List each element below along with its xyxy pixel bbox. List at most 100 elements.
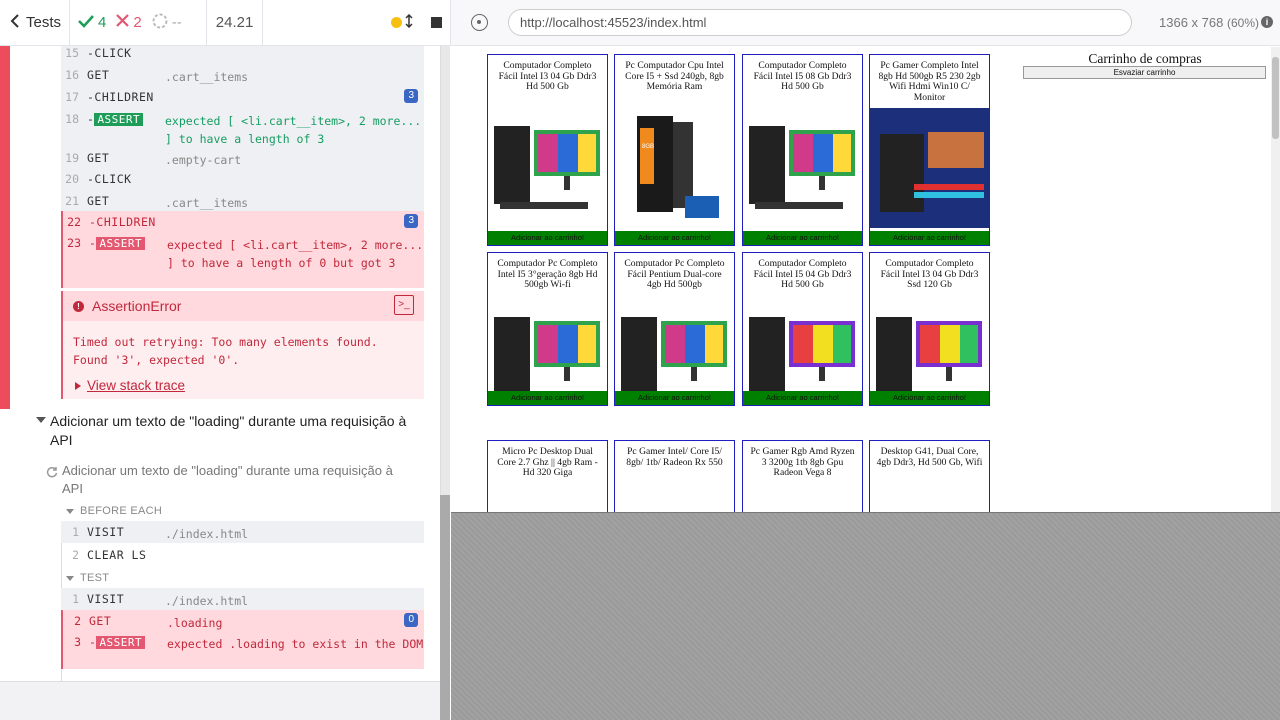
product-card: Pc Gamer Rgb Amd Ryzen 3 3200g 1tb 8gb G…	[742, 440, 863, 512]
add-to-cart-button[interactable]: Adicionar ao carrinho!	[870, 231, 989, 245]
product-image	[488, 108, 607, 228]
terminal-icon[interactable]: >_	[394, 295, 414, 315]
command-row-failed[interactable]: 23 - ASSERT expected [ <li.cart__item>, 2…	[61, 232, 424, 288]
command-number: 1	[72, 592, 79, 606]
command-row-failed[interactable]: 2 GET .loading 0	[61, 610, 424, 632]
auto-scroll-toggle[interactable]	[391, 13, 413, 32]
command-message: expected [ <li.cart__item>, 2 more... ] …	[165, 114, 422, 146]
command-number: 1	[72, 525, 79, 539]
product-title: Computador Completo Fácil Intel I5 08 Gb…	[753, 60, 852, 92]
selector-playground-icon[interactable]	[471, 14, 488, 31]
command-name: - ASSERT	[89, 232, 167, 250]
add-to-cart-button[interactable]: Adicionar ao carrinho!	[615, 231, 734, 245]
command-row[interactable]: 2 CLEAR LS	[61, 544, 424, 566]
product-image	[870, 108, 989, 228]
command-row-failed[interactable]: 3 - ASSERT expected .loading to exist in …	[61, 631, 424, 669]
failed-test-indicator	[0, 46, 10, 409]
command-row[interactable]: 16 GET .cart__items	[61, 64, 424, 86]
viewport-size: 1366 x 768 (60%)	[1159, 15, 1259, 30]
tests-toggle-button[interactable]: Tests	[0, 0, 71, 45]
command-row[interactable]: 1 VISIT ./index.html	[61, 521, 424, 543]
element-count-badge: 0	[404, 613, 418, 627]
product-image: 8GB	[615, 108, 734, 228]
product-image	[870, 494, 989, 512]
add-to-cart-button[interactable]: Adicionar ao carrinho!	[870, 391, 989, 405]
error-message: Timed out retrying: Too many elements fo…	[73, 335, 378, 367]
product-card: Computador Completo Fácil Intel I3 04 Gb…	[869, 252, 990, 406]
command-number: 18	[65, 112, 79, 126]
add-to-cart-button[interactable]: Adicionar ao carrinho!	[615, 391, 734, 405]
product-card: Desktop G41, Dual Core, 4gb Ddr3, Hd 500…	[869, 440, 990, 512]
app-under-test-frame: Computador Completo Fácil Intel I3 04 Gb…	[451, 47, 1280, 513]
command-name: -CHILDREN	[87, 90, 154, 104]
command-name: - ASSERT	[89, 631, 167, 649]
url-bar[interactable]: http://localhost:45523/index.html	[508, 9, 1132, 36]
add-to-cart-button[interactable]: Adicionar ao carrinho!	[488, 391, 607, 405]
aut-scrollbar[interactable]	[1271, 47, 1280, 512]
command-message: ./index.html	[165, 594, 249, 608]
aut-scrollbar-thumb[interactable]	[1272, 57, 1279, 139]
stop-button[interactable]	[431, 17, 442, 28]
tests-label: Tests	[26, 14, 62, 31]
add-to-cart-button[interactable]: Adicionar ao carrinho!	[743, 391, 862, 405]
error-header: ! AssertionError	[63, 291, 424, 321]
command-row[interactable]: 18 - ASSERT expected [ <li.cart__item>, 2…	[61, 108, 424, 150]
command-name: -CHILDREN	[89, 215, 156, 229]
hook-label: BEFORE EACH	[80, 505, 163, 517]
product-title: Computador Completo Fácil Intel I5 04 Gb…	[753, 258, 852, 290]
refresh-icon	[46, 465, 58, 483]
command-name: VISIT	[87, 525, 125, 539]
command-name: GET	[89, 614, 112, 628]
error-title: AssertionError	[92, 298, 182, 314]
viewport-dimensions: 1366 x 768	[1159, 15, 1224, 30]
info-icon[interactable]: i	[1261, 16, 1273, 28]
suite-title[interactable]: Adicionar um texto de "loading" durante …	[36, 412, 426, 450]
command-number: 15	[65, 46, 79, 60]
add-to-cart-button[interactable]: Adicionar ao carrinho!	[488, 231, 607, 245]
viewport-scale: (60%)	[1226, 16, 1259, 30]
command-row[interactable]: 17 -CHILDREN 3	[61, 86, 424, 108]
cart-title: Carrinho de compras	[1088, 51, 1202, 66]
product-image	[488, 494, 607, 512]
command-row-failed[interactable]: 22 -CHILDREN 3	[61, 211, 424, 233]
caret-down-icon	[36, 417, 46, 423]
check-icon	[78, 14, 94, 32]
command-row[interactable]: 1 VISIT ./index.html	[61, 588, 424, 610]
command-log-panel: Tests 4 2 -- 24.21 15 -CLICK 16 GET .car…	[0, 0, 450, 720]
command-name: CLEAR LS	[87, 548, 147, 562]
command-number: 16	[65, 68, 79, 82]
hook-label: TEST	[80, 572, 110, 584]
aut-header: http://localhost:45523/index.html 1366 x…	[450, 0, 1280, 46]
run-controls	[263, 0, 450, 45]
suite-title-text: Adicionar um texto de "loading" durante …	[50, 413, 407, 448]
product-title: Pc Gamer Rgb Amd Ryzen 3 3200g 1tb 8gb G…	[750, 446, 855, 478]
product-title: Computador Completo Fácil Intel I3 04 Gb…	[880, 258, 979, 290]
chevron-left-icon	[10, 13, 20, 32]
command-number: 2	[72, 548, 79, 562]
command-row[interactable]: 20 -CLICK	[61, 168, 424, 190]
command-row[interactable]: 21 GET .cart__items	[61, 190, 424, 212]
view-stack-trace-link[interactable]: View stack trace	[63, 369, 424, 393]
assert-tag: ASSERT	[94, 113, 144, 126]
x-icon	[116, 14, 130, 31]
product-card: Pc Gamer Completo Intel 8gb Hd 500gb R5 …	[869, 54, 990, 246]
product-card: Computador Completo Fácil Intel I5 04 Gb…	[742, 252, 863, 406]
test-hook[interactable]: TEST	[66, 572, 109, 584]
add-to-cart-button[interactable]: Adicionar ao carrinho!	[743, 231, 862, 245]
product-image	[615, 299, 734, 405]
reporter-scrollbar-thumb[interactable]	[440, 495, 450, 720]
caret-down-icon	[66, 508, 74, 514]
command-message	[167, 211, 424, 215]
pending-value: --	[171, 14, 182, 31]
product-image	[743, 494, 862, 512]
exclamation-icon: !	[73, 300, 84, 312]
command-row[interactable]: 19 GET .empty-cart	[61, 147, 424, 169]
command-number: 22	[67, 215, 81, 229]
command-row[interactable]: 15 -CLICK	[61, 46, 424, 64]
product-card: Micro Pc Desktop Dual Core 2.7 Ghz || 4g…	[487, 440, 608, 512]
empty-cart-button[interactable]: Esvaziar carrinho	[1023, 66, 1266, 79]
command-message: .empty-cart	[165, 153, 242, 167]
test-title[interactable]: Adicionar um texto de "loading" durante …	[46, 462, 416, 498]
before-each-hook[interactable]: BEFORE EACH	[66, 505, 162, 517]
command-name: -CLICK	[87, 46, 132, 60]
